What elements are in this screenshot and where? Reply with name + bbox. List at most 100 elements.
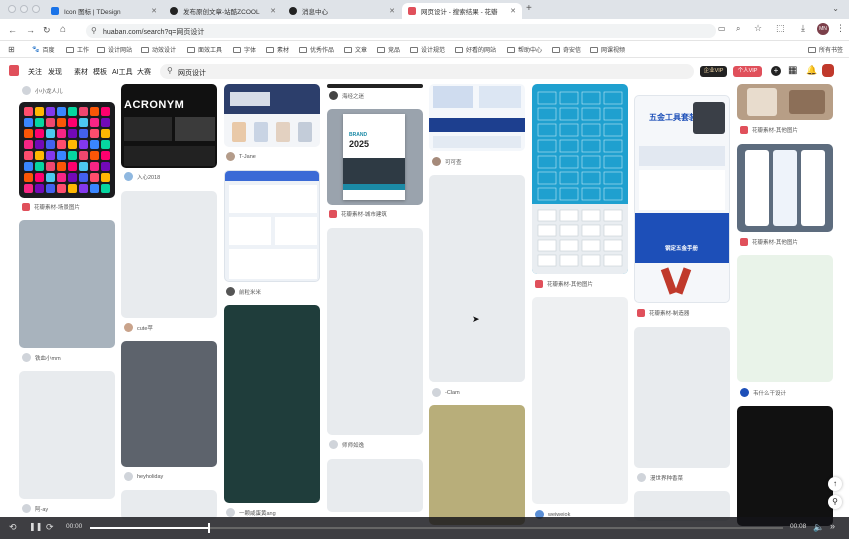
close-window-icon[interactable] — [8, 5, 16, 13]
rewind-icon[interactable]: ⟲ — [9, 522, 17, 533]
huaban-logo-icon[interactable] — [9, 65, 19, 76]
pin-image-placeholder[interactable] — [121, 191, 217, 318]
back-icon[interactable]: ← — [8, 24, 17, 36]
bookmark-folder[interactable]: 动效设计 — [141, 45, 176, 54]
all-bookmarks[interactable]: 所有书签 — [808, 45, 843, 54]
pin-author[interactable]: 小小龙人儿 — [22, 86, 63, 95]
pin-author[interactable]: 一颗咸蛋黄ang — [226, 508, 276, 517]
reload-icon[interactable]: ↻ — [43, 24, 51, 36]
pin-author[interactable]: cute苹 — [124, 323, 153, 332]
nav-materials[interactable]: 素材 — [74, 67, 88, 77]
tab-huaban-active[interactable]: 网页设计 - 搜索结果 - 花瓣 ✕ — [402, 3, 522, 19]
bookmark-folder[interactable]: 文章 — [344, 45, 367, 54]
pin-image-top[interactable] — [327, 84, 423, 88]
pin-image-placeholder[interactable] — [19, 220, 115, 348]
site-info-icon[interactable]: ⚲ — [91, 26, 97, 35]
address-bar[interactable]: ⚲ huaban.com/search?q=网页设计 — [86, 24, 716, 38]
apps-icon[interactable]: ▦ — [788, 65, 797, 76]
search-tool-icon[interactable]: ⚲ — [828, 495, 842, 509]
pin-icon-grid[interactable] — [19, 102, 115, 198]
nav-follow[interactable]: 关注 — [28, 67, 42, 77]
nav-contests[interactable]: 大赛 — [137, 67, 151, 77]
bookmark-folder[interactable]: 面效工具 — [187, 45, 222, 54]
pin-author[interactable]: 漫世界种香菜 — [637, 473, 683, 482]
pin-image-placeholder[interactable] — [121, 341, 217, 467]
pin-acronym-site[interactable]: ACRONYM — [121, 84, 217, 168]
tab-messages[interactable]: 消息中心 ✕ — [283, 3, 401, 19]
nav-templates[interactable]: 模板 — [93, 67, 107, 77]
pin-blue-web[interactable] — [429, 84, 525, 151]
notification-bell-icon[interactable]: 🔔 — [806, 65, 817, 76]
pin-source[interactable]: 花瓣素材-城市建筑 — [329, 210, 387, 218]
maximize-window-icon[interactable] — [32, 5, 40, 13]
profile-avatar[interactable]: MN — [817, 23, 829, 35]
bookmark-baidu[interactable]: 🐾 百度 — [32, 45, 55, 54]
pin-author[interactable]: 海经之迷 — [329, 91, 364, 100]
close-tab-icon[interactable]: ✕ — [389, 7, 395, 15]
pin-author[interactable]: 铁血小mm — [22, 353, 61, 362]
pin-source[interactable]: 花瓣素材-场景图片 — [22, 203, 80, 211]
pin-image-placeholder[interactable] — [121, 490, 217, 520]
pin-image-placeholder[interactable] — [19, 371, 115, 499]
close-tab-icon[interactable]: ✕ — [270, 7, 276, 15]
new-tab-icon[interactable]: + — [526, 3, 532, 14]
pin-dashboard-ui[interactable] — [224, 170, 320, 282]
bookmark-star-icon[interactable]: ☆ — [754, 23, 762, 34]
scroll-top-icon[interactable]: ↑ — [828, 477, 842, 491]
skip-icon[interactable]: » — [830, 521, 835, 531]
pin-image-placeholder[interactable] — [327, 228, 423, 435]
minimize-window-icon[interactable] — [20, 5, 28, 13]
pin-author[interactable]: 前粒米米 — [226, 287, 261, 296]
nav-ai-tools[interactable]: AI工具 — [112, 67, 133, 77]
pin-author[interactable]: T-Jane — [226, 152, 256, 161]
pin-image-placeholder[interactable] — [532, 297, 628, 504]
pin-source[interactable]: 花瓣素材-其他图片 — [740, 238, 798, 246]
pin-image-placeholder[interactable] — [737, 255, 833, 382]
forward-10-icon[interactable]: ⟳ — [46, 522, 54, 533]
pin-image-placeholder[interactable] — [634, 327, 730, 468]
pin-brochure[interactable]: BRAND 2025 — [327, 109, 423, 205]
volume-icon[interactable]: 🔈 — [813, 522, 824, 533]
extensions-icon[interactable]: ⬚ — [776, 23, 785, 34]
pin-author[interactable]: -Clam — [432, 388, 460, 397]
pin-author[interactable]: 师师如逸 — [329, 440, 364, 449]
user-avatar[interactable] — [822, 64, 834, 77]
search-input[interactable]: 网页设计 — [178, 68, 206, 78]
forward-icon[interactable]: → — [26, 24, 35, 36]
pin-image-placeholder[interactable] — [737, 406, 833, 526]
bookmark-folder[interactable]: 工作 — [66, 45, 89, 54]
bookmark-folder[interactable]: 网课视频 — [590, 45, 625, 54]
apps-grid-icon[interactable]: ⊞ — [8, 45, 15, 54]
personal-vip-button[interactable]: 个人VIP — [733, 66, 762, 77]
pin-image-placeholder[interactable] — [224, 305, 320, 503]
progress-handle[interactable] — [207, 523, 210, 533]
browser-menu-icon[interactable]: ⋮ — [836, 23, 845, 34]
bookmark-folder[interactable]: 素材 — [266, 45, 289, 54]
home-icon[interactable]: ⌂ — [60, 24, 66, 36]
pin-wireframes[interactable] — [532, 84, 628, 274]
upload-plus-icon[interactable]: + — [771, 66, 781, 76]
pin-image-placeholder[interactable] — [429, 405, 525, 525]
pin-source[interactable]: 花瓣素材-其他图片 — [535, 280, 593, 288]
bookmark-folder[interactable]: 设计规范 — [410, 45, 445, 54]
tab-zcool[interactable]: 发布原创文章-站酷ZCOOL ✕ — [164, 3, 282, 19]
close-tab-icon[interactable]: ✕ — [151, 7, 157, 15]
pin-author[interactable]: heyholiday — [124, 472, 163, 481]
bookmark-folder[interactable]: 设计网站 — [97, 45, 132, 54]
pin-image-placeholder[interactable] — [327, 459, 423, 512]
search-box[interactable]: ⚲ 网页设计 — [160, 64, 694, 79]
search-icon[interactable]: ⚲ — [167, 66, 173, 75]
pin-photo-office[interactable] — [737, 84, 833, 120]
bookmark-folder[interactable]: 优秀作品 — [299, 45, 334, 54]
cast-icon[interactable]: ▭ — [718, 24, 726, 33]
pin-author[interactable]: 阿-ay — [22, 504, 48, 513]
bookmark-folder[interactable]: 竞品 — [377, 45, 400, 54]
pin-source[interactable]: 花瓣素材-制造器 — [637, 309, 689, 317]
pin-mobile-ui[interactable] — [737, 144, 833, 232]
close-tab-icon[interactable]: ✕ — [510, 7, 516, 15]
pin-image-placeholder[interactable] — [429, 175, 525, 382]
pin-source[interactable]: 花瓣素材-其他图片 — [740, 126, 798, 134]
tab-tdesign[interactable]: Icon 图标 | TDesign ✕ — [45, 3, 163, 19]
bookmark-folder[interactable]: 好看的网站 — [455, 45, 496, 54]
download-icon[interactable]: ⤓ — [801, 23, 805, 34]
